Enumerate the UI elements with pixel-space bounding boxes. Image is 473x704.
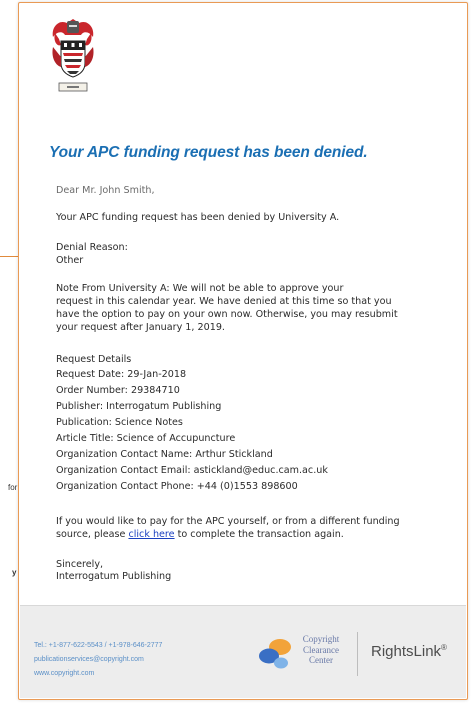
signature: Interrogatum Publishing	[56, 571, 172, 582]
footer-email-link[interactable]: publicationservices@copyright.com	[34, 653, 162, 667]
pay-instructions-line: source, please click here to complete th…	[56, 528, 344, 541]
footer-divider	[357, 632, 358, 676]
background-text-fragment: for	[8, 483, 18, 492]
publication: Publication: Science Notes	[56, 417, 183, 428]
ccc-line: Center	[309, 655, 333, 665]
ccc-line: Clearance	[303, 644, 339, 655]
pay-instructions-prefix: source, please	[56, 529, 129, 540]
article-title: Article Title: Science of Accupuncture	[56, 433, 236, 444]
note-line: have the option to pay on your own now. …	[56, 309, 398, 320]
pay-instructions-line: If you would like to pay for the APC you…	[56, 516, 400, 527]
email-footer: Tel.: +1-877-622-5543 / +1-978-646-2777 …	[20, 605, 466, 698]
denial-reason-value: Other	[56, 255, 84, 266]
copyright-clearance-center-wordmark: Copyright Clearance Center	[294, 634, 348, 666]
publisher: Publisher: Interrogatum Publishing	[56, 401, 222, 412]
denial-reason-label: Denial Reason:	[56, 242, 128, 253]
request-date: Request Date: 29-Jan-2018	[56, 369, 187, 380]
ccc-line: Copyright	[302, 634, 340, 644]
rightslink-logo: RightsLink®	[371, 643, 447, 660]
organization-contact-email: Organization Contact Email: astickland@e…	[56, 465, 328, 476]
email-headline: Your APC funding request has been denied…	[49, 144, 368, 161]
organization-contact-name: Organization Contact Name: Arthur Stickl…	[56, 449, 273, 460]
background-divider	[0, 256, 20, 257]
footer-contact-info: Tel.: +1-877-622-5543 / +1-978-646-2777 …	[34, 639, 162, 681]
pay-instructions-suffix: to complete the transaction again.	[174, 529, 344, 540]
copyright-clearance-center-logo-icon	[259, 639, 291, 669]
note-line: your request after January 1, 2019.	[56, 322, 225, 333]
order-number: Order Number: 29384710	[56, 385, 180, 396]
greeting: Dear Mr. John Smith,	[56, 185, 155, 196]
email-panel: Your APC funding request has been denied…	[18, 2, 468, 700]
note-line: Note From University A: We will not be a…	[56, 283, 344, 294]
footer-website-link[interactable]: www.copyright.com	[34, 667, 162, 681]
rightslink-text: RightsLink	[371, 643, 442, 660]
background-text-fragment: y	[12, 568, 17, 577]
university-crest-logo	[52, 19, 94, 92]
request-details-heading: Request Details	[56, 354, 132, 365]
footer-phones: Tel.: +1-877-622-5543 / +1-978-646-2777	[34, 642, 163, 649]
organization-contact-phone: Organization Contact Phone: +44 (0)1553 …	[56, 481, 298, 492]
intro-text: Your APC funding request has been denied…	[56, 212, 340, 223]
click-here-link[interactable]: click here	[128, 529, 174, 540]
note-line: request in this calendar year. We have d…	[56, 296, 392, 307]
registered-mark: ®	[441, 643, 447, 652]
